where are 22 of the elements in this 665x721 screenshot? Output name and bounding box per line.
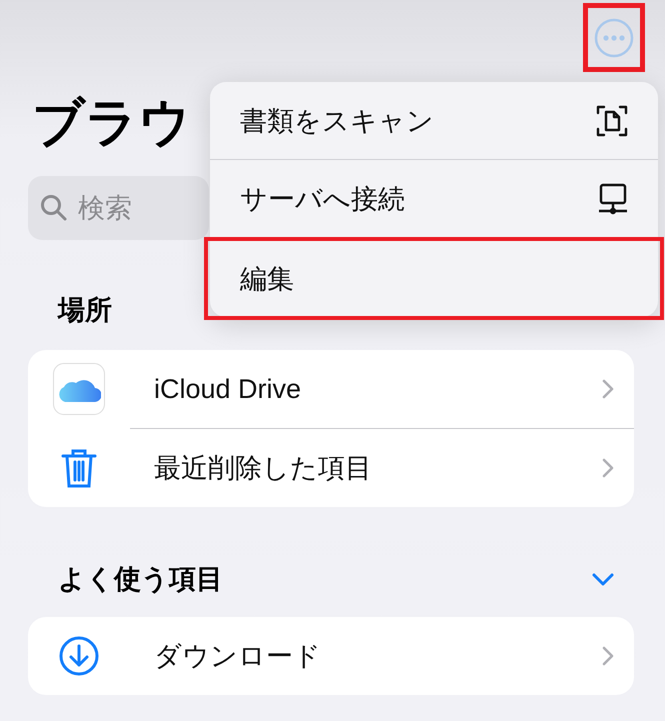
chevron-right-icon	[602, 458, 614, 478]
list-row[interactable]: ダウンロード	[28, 617, 634, 695]
more-button[interactable]	[583, 3, 645, 72]
menu-item[interactable]: サーバへ接続	[210, 160, 658, 237]
chevron-right-icon	[602, 646, 614, 666]
search-icon	[40, 194, 68, 222]
chevron-right-icon	[602, 379, 614, 399]
section-header: よく使う項目	[58, 563, 223, 596]
menu-item[interactable]: 編集	[207, 240, 661, 317]
document-scan-icon	[596, 104, 628, 138]
list-row[interactable]: 最近削除した項目	[28, 429, 634, 507]
list-row[interactable]: iCloud Drive	[28, 350, 634, 428]
trash-icon	[60, 447, 98, 489]
monitor-icon	[598, 182, 628, 214]
download-icon	[58, 635, 100, 677]
section-header: 場所	[58, 294, 112, 327]
page-title: ブラウ	[32, 93, 191, 154]
search-field[interactable]: 検索	[28, 176, 209, 240]
ellipsis-icon	[594, 18, 634, 58]
chevron-down-icon[interactable]	[592, 572, 614, 586]
cloud-app-icon	[53, 363, 105, 415]
menu-item[interactable]: 書類をスキャン	[210, 82, 658, 159]
